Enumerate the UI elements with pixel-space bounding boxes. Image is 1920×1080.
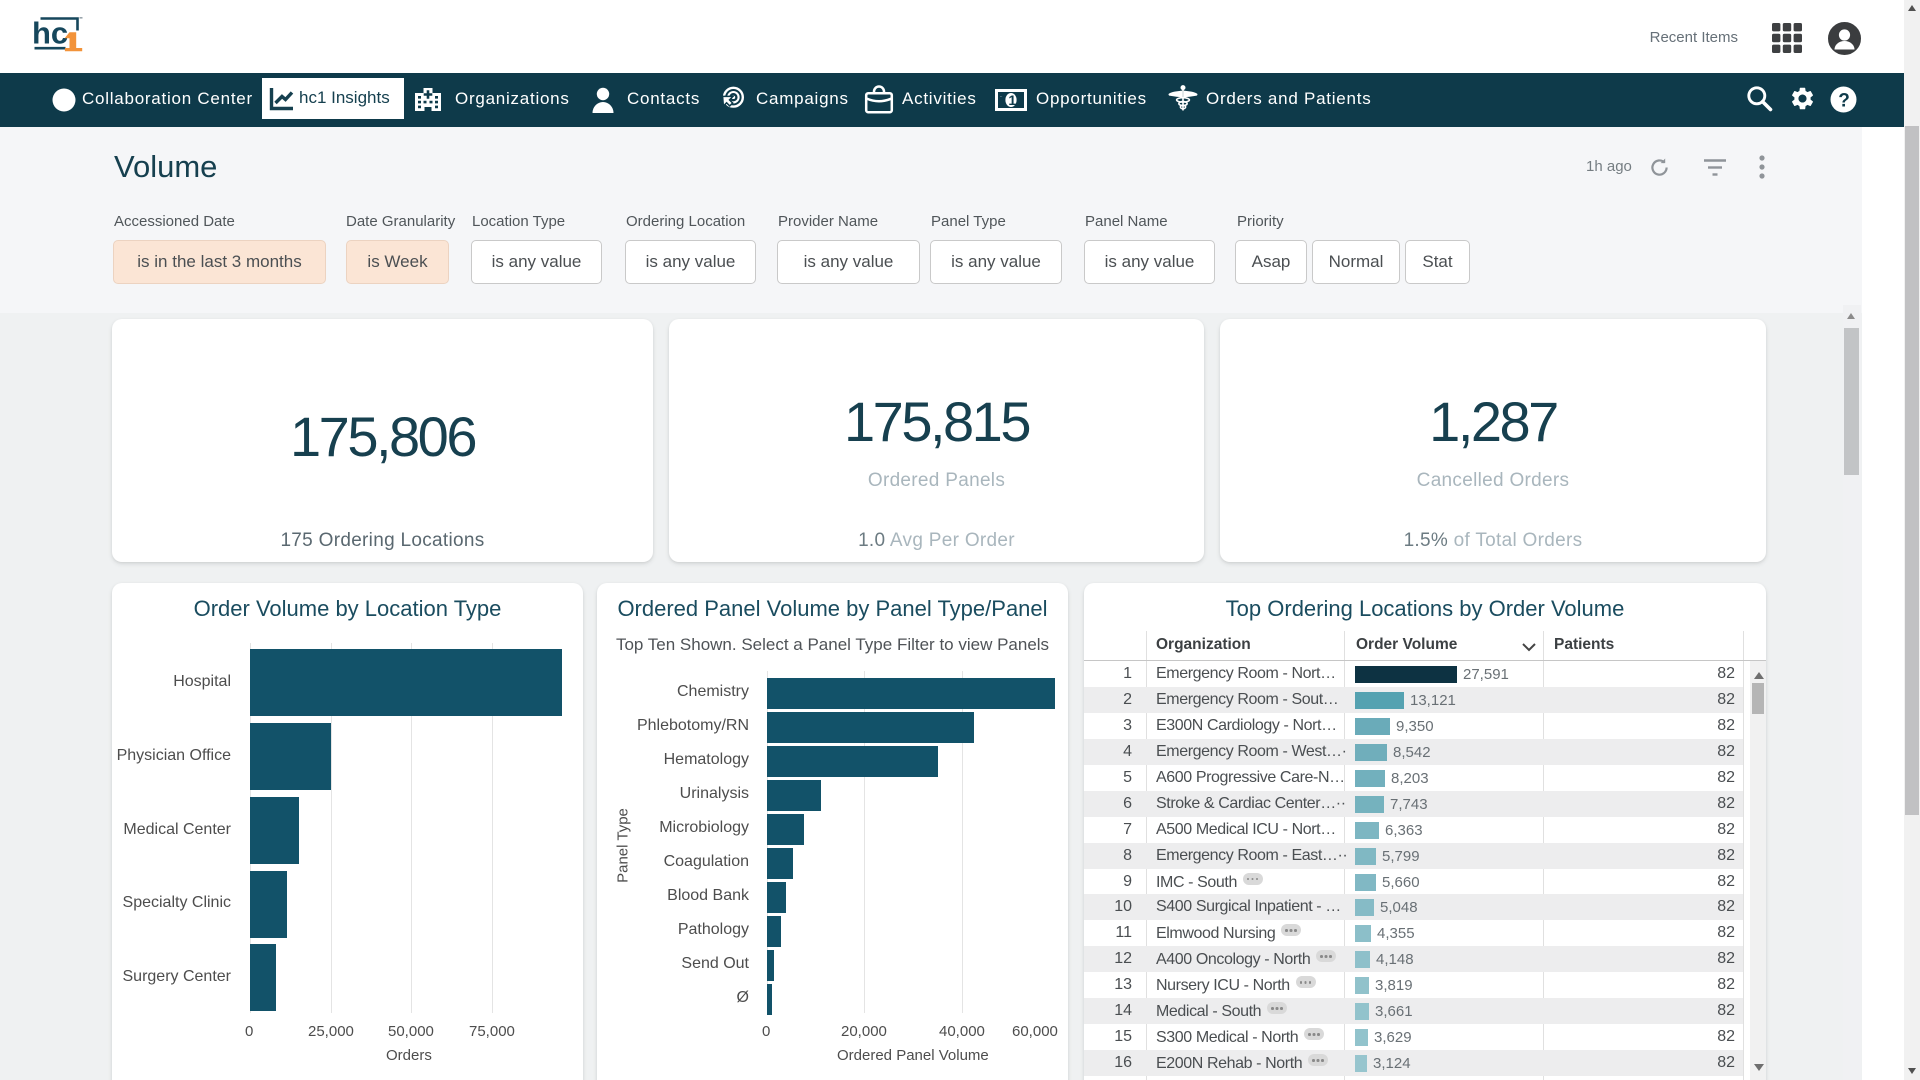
svg-text:?: ? bbox=[1838, 91, 1850, 112]
svg-text:1: 1 bbox=[1008, 92, 1016, 108]
svg-text:hc: hc bbox=[33, 16, 68, 51]
